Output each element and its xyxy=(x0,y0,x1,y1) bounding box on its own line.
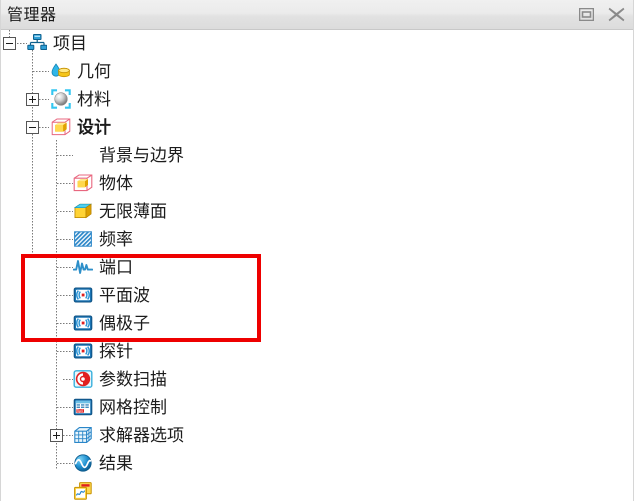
tree-row-parameter-sweep[interactable]: 参数扫描 xyxy=(95,366,167,394)
project-network-icon xyxy=(27,33,47,53)
tree-line xyxy=(57,351,73,352)
tree-label-thin-sheet: 无限薄面 xyxy=(99,202,167,222)
object-cube-icon xyxy=(73,201,93,221)
infinite-thin-sheet-icon xyxy=(73,229,93,249)
tree-line xyxy=(39,99,49,100)
mesh-control-icon xyxy=(73,425,93,445)
tree-label-port: 端口 xyxy=(99,258,133,278)
tree-label-objects: 物体 xyxy=(99,174,133,194)
svg-text:5µ4: 5µ4 xyxy=(77,409,83,413)
solver-options-icon xyxy=(73,453,93,473)
tree-row-background[interactable]: 背景与边界 xyxy=(95,142,184,170)
tree-row-thin-sheet[interactable]: 无限薄面 xyxy=(95,198,167,226)
expander-material[interactable] xyxy=(26,93,39,106)
expander-mesh-control[interactable] xyxy=(50,429,63,442)
close-icon xyxy=(608,7,624,22)
design-cube-icon xyxy=(51,117,71,137)
panel-titlebar: 管理器 xyxy=(1,0,633,30)
tree-line xyxy=(39,127,49,128)
tree-label-results: 结果 xyxy=(99,454,133,474)
tree-line xyxy=(63,379,73,380)
expander-design[interactable] xyxy=(26,121,39,134)
restore-dock-button[interactable] xyxy=(577,6,595,24)
tree-row-material[interactable]: 材料 xyxy=(73,86,111,114)
tree-label-probe: 探针 xyxy=(99,342,133,362)
tree-label-solver-options: 求解器选项 xyxy=(99,426,184,446)
tree-label-design: 设计 xyxy=(77,118,111,138)
tree-line xyxy=(57,155,73,156)
probe-target-icon xyxy=(73,369,93,389)
restore-icon xyxy=(578,8,594,21)
parameter-sweep-icon: 5µ4 xyxy=(73,397,93,417)
tree-row-project[interactable]: 项目 xyxy=(49,30,87,58)
tree-line xyxy=(57,323,73,324)
tree-line xyxy=(9,30,10,37)
tree-label-mesh-control: 网格控制 xyxy=(99,398,167,418)
tree-row-mesh-control[interactable]: 网格控制 xyxy=(95,394,167,422)
tree-row-solver-options[interactable]: 求解器选项 xyxy=(95,422,184,450)
tree-row-port[interactable]: 端口 xyxy=(95,254,133,282)
tree-line xyxy=(57,183,73,184)
tree-label-dipole: 偶极子 xyxy=(99,314,150,334)
tree-row-objects[interactable]: 物体 xyxy=(95,170,133,198)
tree-label-background: 背景与边界 xyxy=(99,146,184,166)
tree-line xyxy=(33,71,49,72)
tree-line xyxy=(57,407,73,408)
tree-row-design[interactable]: 设计 xyxy=(73,114,111,142)
tree-label-material: 材料 xyxy=(77,90,111,110)
project-tree[interactable]: 5µ4 项目 几何 材料 设计 背景与边界 物体 无限薄面 频率 端口 平面波 … xyxy=(1,30,633,501)
titlebar-button-group xyxy=(577,0,625,29)
tree-row-probe[interactable]: 探针 xyxy=(95,338,133,366)
material-sphere-icon xyxy=(51,89,71,109)
tree-label-project: 项目 xyxy=(53,34,87,54)
close-button[interactable] xyxy=(607,6,625,24)
tree-row-plane-wave[interactable]: 平面波 xyxy=(95,282,150,310)
results-icon xyxy=(73,481,93,501)
tree-label-parameter-sweep: 参数扫描 xyxy=(99,370,167,390)
tree-line xyxy=(57,267,73,268)
tree-line xyxy=(57,463,73,464)
port-source-icon xyxy=(73,313,93,333)
tree-line xyxy=(57,239,73,240)
manager-panel: 管理器 5µ4 项目 几何 材料 设计 背景与边界 物体 无限薄面 频率 端口 … xyxy=(0,0,634,501)
tree-line xyxy=(57,211,73,212)
tree-line xyxy=(32,50,33,256)
background-boundary-icon xyxy=(73,173,93,193)
geometry-droplet-icon xyxy=(51,61,71,81)
tree-label-plane-wave: 平面波 xyxy=(99,286,150,306)
tree-label-geometry: 几何 xyxy=(77,62,111,82)
tree-line xyxy=(57,295,73,296)
tree-row-frequency[interactable]: 频率 xyxy=(95,226,133,254)
page-title: 管理器 xyxy=(7,4,57,24)
tree-line xyxy=(56,140,57,470)
port-source-icon xyxy=(73,285,93,305)
tree-row-results[interactable]: 结果 xyxy=(95,450,133,478)
tree-label-frequency: 频率 xyxy=(99,230,133,250)
port-source-icon xyxy=(73,341,93,361)
tree-line xyxy=(17,43,27,44)
tree-row-dipole[interactable]: 偶极子 xyxy=(95,310,150,338)
tree-row-geometry[interactable]: 几何 xyxy=(73,58,111,86)
frequency-waveform-icon xyxy=(73,257,93,277)
expander-project[interactable] xyxy=(3,37,16,50)
